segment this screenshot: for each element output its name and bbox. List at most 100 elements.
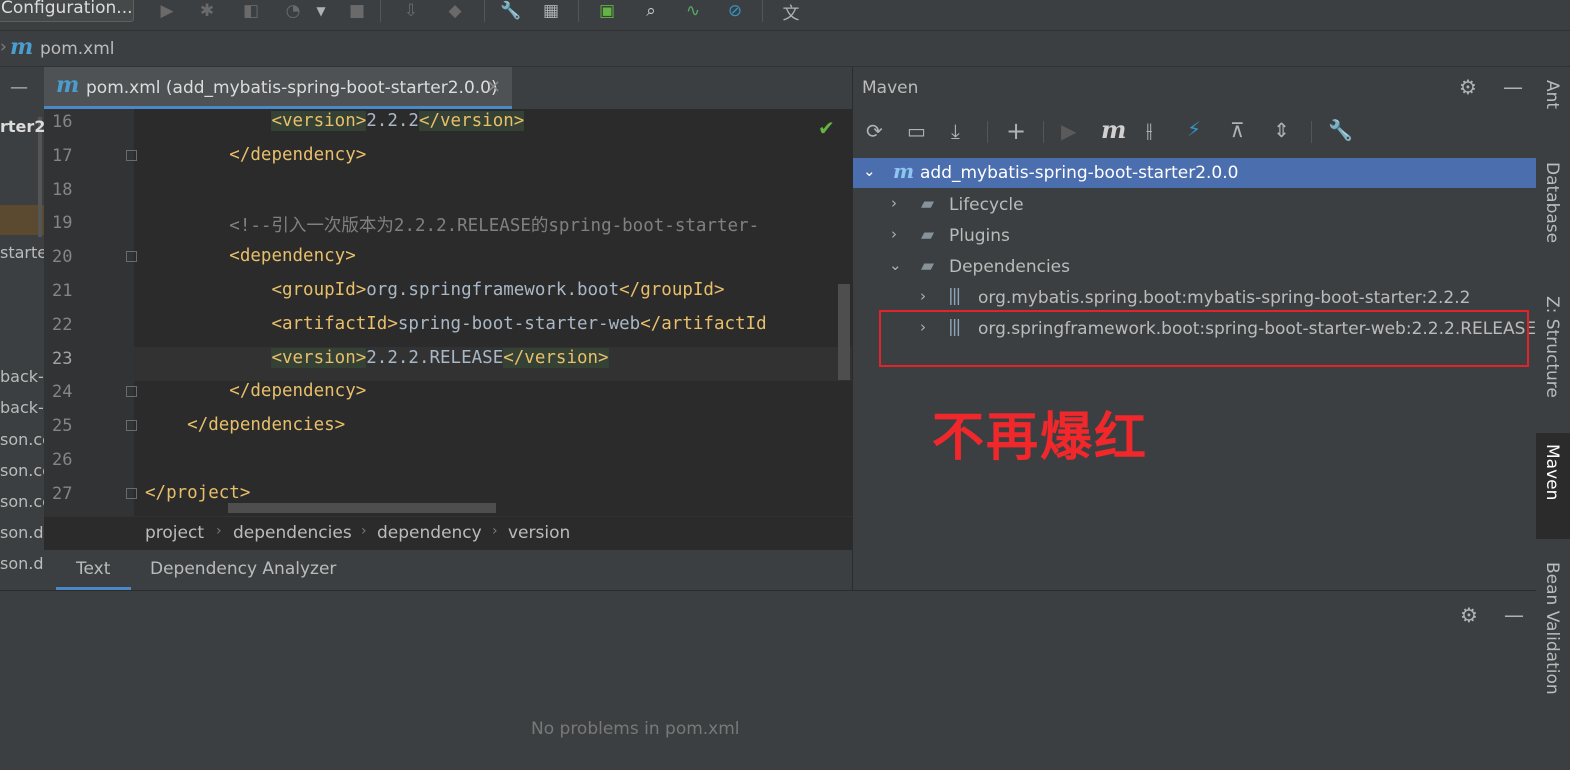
toggle-offline-icon[interactable]: ⫲ xyxy=(1146,118,1152,142)
line-number: 20 xyxy=(52,247,73,268)
editor-tab-label: pom.xml (add_mybatis-spring-boot-starter… xyxy=(86,78,498,98)
fold-marker-icon[interactable] xyxy=(126,420,137,432)
translate-icon[interactable]: 文 xyxy=(778,0,804,24)
close-icon[interactable]: × xyxy=(486,76,501,97)
project-item[interactable]: starter xyxy=(0,243,44,262)
tree-item-dependency[interactable]: › ||| org.mybatis.spring.boot:mybatis-sp… xyxy=(853,283,1536,313)
tool-tab-ant[interactable]: Ant xyxy=(1542,80,1562,109)
add-folder-icon[interactable]: ▭ xyxy=(907,119,926,143)
main-toolbar: Configuration... ▶ ✱ ◧ ◔ ▼ ■ ⇩ ◆ 🔧 ▦ ▣ ⌕… xyxy=(0,0,1570,30)
tree-label: org.mybatis.spring.boot:mybatis-spring-b… xyxy=(978,288,1471,308)
project-item[interactable]: back- xyxy=(0,398,44,417)
settings-wrench-icon[interactable]: 🔧 xyxy=(498,0,524,24)
build-module-icon[interactable]: ◆ xyxy=(442,0,468,24)
tab-dependency-analyzer[interactable]: Dependency Analyzer xyxy=(150,559,336,579)
maven-goal-icon[interactable]: m xyxy=(1101,115,1126,144)
tool-tab-bean-validation[interactable]: Bean Validation xyxy=(1542,562,1562,695)
breadcrumb-dependencies[interactable]: dependencies xyxy=(233,523,352,543)
project-item[interactable]: son.co xyxy=(0,461,44,480)
line-number: 24 xyxy=(52,382,73,403)
tool-tab-database[interactable]: Database xyxy=(1542,162,1562,243)
line-number: 25 xyxy=(52,416,73,437)
plugins-folder-icon: ▰ xyxy=(921,225,935,245)
code-line: <dependency> xyxy=(229,246,356,267)
problems-panel: ⚙ — xyxy=(0,590,1536,770)
gear-icon[interactable]: ⚙ xyxy=(1460,603,1478,627)
tool-tab-structure[interactable]: Z: Structure xyxy=(1542,296,1562,398)
chevron-right-icon[interactable]: › xyxy=(920,287,926,305)
line-number: 19 xyxy=(52,213,73,234)
run-configuration-dropdown[interactable]: Configuration... xyxy=(0,0,134,22)
build-icon[interactable]: ⇩ xyxy=(398,0,424,24)
line-number: 16 xyxy=(52,112,73,132)
coverage-icon[interactable]: ◧ xyxy=(238,0,264,24)
gear-icon[interactable]: ⚙ xyxy=(1459,75,1477,99)
tool-tab-maven[interactable]: Maven xyxy=(1542,444,1562,500)
profile-icon[interactable]: ◔ xyxy=(280,0,306,24)
minimize-icon[interactable]: — xyxy=(1503,75,1523,99)
code-line: <artifactId>spring-boot-starter-web</art… xyxy=(271,313,767,334)
show-deps-icon[interactable]: ⊼ xyxy=(1230,118,1245,142)
check-icon: ✔ xyxy=(818,116,835,140)
chevron-right-icon: › xyxy=(0,37,7,57)
plus-icon[interactable]: + xyxy=(1006,117,1026,145)
project-structure-icon[interactable]: ▦ xyxy=(538,0,564,24)
breadcrumb-project[interactable]: project xyxy=(145,523,204,543)
maven-project-icon: m xyxy=(893,159,915,183)
dependencies-folder-icon: ▰ xyxy=(921,256,935,276)
maven-panel-title: Maven xyxy=(862,78,919,98)
line-number: 22 xyxy=(52,314,73,335)
maven-toolbar: ⟳ ▭ ⤓ + ▶ m ⫲ ⚡ ⊼ ⇕ 🔧 xyxy=(853,109,1536,155)
tab-text[interactable]: Text xyxy=(56,550,131,590)
editor-breadcrumb: project › dependencies › dependency › ve… xyxy=(44,516,852,550)
download-icon[interactable]: ⤓ xyxy=(951,119,960,143)
editor-scrollbar[interactable] xyxy=(838,284,850,380)
project-item[interactable]: son.co xyxy=(0,430,44,449)
tree-item-plugins[interactable]: › ▰ Plugins xyxy=(853,221,1536,251)
chevron-down-icon[interactable]: ▼ xyxy=(308,0,334,24)
settings-wrench-icon[interactable]: 🔧 xyxy=(1328,118,1353,142)
run-icon[interactable]: ▶ xyxy=(1061,119,1076,143)
nav-file-label[interactable]: pom.xml xyxy=(40,39,115,59)
code-line: <version>2.2.2</version> xyxy=(271,111,525,131)
fold-marker-icon[interactable] xyxy=(126,251,137,263)
tree-item-project-root[interactable]: ⌄ m add_mybatis-spring-boot-starter2.0.0 xyxy=(853,158,1536,188)
chevron-down-icon[interactable]: ⌄ xyxy=(889,256,902,274)
project-item[interactable]: son.da xyxy=(0,523,44,542)
editor-tab-pom[interactable]: m pom.xml (add_mybatis-spring-boot-start… xyxy=(44,67,512,109)
minimize-icon[interactable]: — xyxy=(10,77,28,98)
fold-marker-icon[interactable] xyxy=(126,149,137,161)
reload-icon[interactable]: ⟳ xyxy=(866,119,883,143)
problems-message: No problems in pom.xml xyxy=(531,719,740,739)
chevron-right-icon[interactable]: › xyxy=(891,194,897,212)
project-item[interactable]: son.da xyxy=(0,554,44,573)
maven-tree: ⌄ m add_mybatis-spring-boot-starter2.0.0… xyxy=(853,155,1536,590)
project-item[interactable]: son.co xyxy=(0,492,44,511)
chevron-right-icon[interactable]: › xyxy=(891,225,897,243)
skip-tests-icon[interactable]: ⚡ xyxy=(1187,117,1201,141)
highlight-box xyxy=(879,310,1529,367)
search-icon[interactable]: ⌕ xyxy=(638,0,664,24)
code-line: </dependency> xyxy=(229,381,367,402)
project-item[interactable]: rter2. xyxy=(0,117,44,136)
stop-icon[interactable]: ■ xyxy=(344,0,370,24)
run-anything-icon[interactable]: ▣ xyxy=(594,0,620,24)
minimize-icon[interactable]: — xyxy=(1504,603,1524,627)
tree-label: Lifecycle xyxy=(949,195,1024,215)
tree-item-lifecycle[interactable]: › ▰ Lifecycle xyxy=(853,190,1536,220)
power-save-icon[interactable]: ⊘ xyxy=(722,0,748,24)
annotation-text: 不再爆红 xyxy=(932,408,1149,468)
breadcrumb-version[interactable]: version xyxy=(508,523,570,543)
tree-item-dependencies[interactable]: ⌄ ▰ Dependencies xyxy=(853,252,1536,282)
fold-marker-icon[interactable] xyxy=(126,386,137,398)
collapse-icon[interactable]: ⇕ xyxy=(1273,118,1290,142)
chevron-down-icon[interactable]: ⌄ xyxy=(863,162,876,180)
profiler-icon[interactable]: ∿ xyxy=(680,0,706,24)
run-icon[interactable]: ▶ xyxy=(154,0,180,24)
horizontal-scrollbar[interactable] xyxy=(228,503,496,513)
debug-icon[interactable]: ✱ xyxy=(194,0,220,24)
project-item[interactable]: back- xyxy=(0,367,44,386)
fold-marker-icon[interactable] xyxy=(126,487,137,499)
breadcrumb-dependency[interactable]: dependency xyxy=(377,523,482,543)
line-number: 21 xyxy=(52,281,73,301)
